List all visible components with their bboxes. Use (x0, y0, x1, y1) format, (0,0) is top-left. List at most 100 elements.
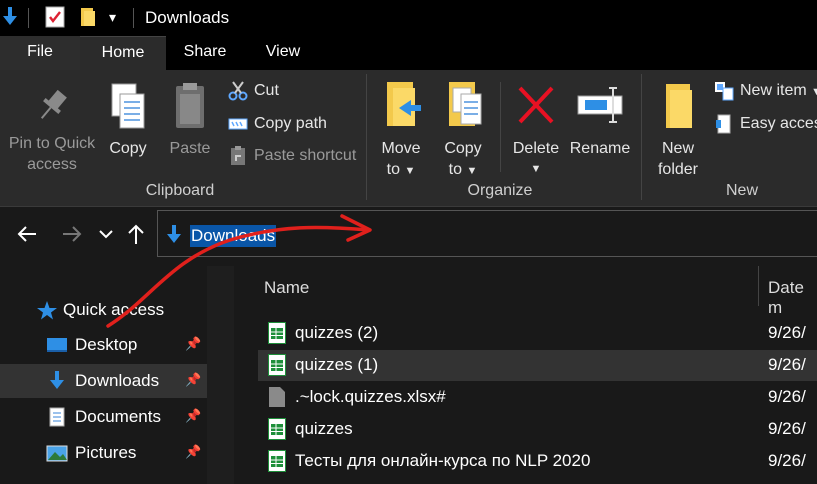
file-name: Тесты для онлайн-курса по NLP 2020 (295, 451, 591, 470)
new-folder-icon (658, 82, 698, 132)
rename-label: Rename (569, 140, 631, 157)
navigation-pane: Quick access Desktop 📌 Downloads 📌 Docum… (0, 266, 207, 484)
download-arrow-icon (2, 7, 18, 27)
file-date: 9/26/ (768, 419, 806, 438)
scissors-icon (228, 81, 248, 101)
clipboard-icon (170, 82, 210, 132)
sidebar-item-downloads[interactable]: Downloads 📌 (0, 364, 207, 398)
cut-button[interactable]: Cut (228, 79, 279, 103)
pin-icon[interactable]: 📌 (185, 336, 201, 352)
separator (28, 8, 29, 28)
pin-to-quick-access-button[interactable]: Pin to Quick access (0, 86, 104, 175)
title-bar: ▾ Downloads (0, 0, 817, 36)
paste-button[interactable]: Paste (164, 82, 216, 159)
desktop-icon (46, 335, 68, 355)
file-row[interactable]: Тесты для онлайн-курса по NLP 2020 9/26/ (258, 446, 817, 477)
new-folder-label-line2: folder (657, 161, 699, 178)
rename-icon (575, 82, 625, 132)
file-name: .~lock.quizzes.xlsx# (295, 387, 446, 406)
group-separator (366, 74, 367, 200)
copy-path-label: Copy path (254, 115, 327, 132)
delete-button[interactable]: Delete ▼ (508, 82, 564, 180)
forward-arrow-icon[interactable] (61, 223, 83, 245)
spreadsheet-icon (268, 354, 286, 376)
file-date: 9/26/ (768, 387, 806, 406)
file-row[interactable]: quizzes 9/26/ (258, 414, 817, 445)
file-name: quizzes (2) (295, 323, 379, 342)
column-separator[interactable] (758, 266, 759, 306)
copy-to-label-line2: to ▼ (448, 161, 478, 178)
file-row[interactable]: .~lock.quizzes.xlsx# 9/26/ (258, 382, 817, 413)
copy-to-icon (441, 80, 485, 132)
pin-icon[interactable]: 📌 (185, 408, 201, 424)
new-item-label: New item (740, 82, 807, 99)
separator (133, 8, 134, 28)
move-to-icon (379, 80, 423, 132)
organize-group-label: Organize (467, 182, 533, 199)
star-icon (36, 300, 58, 320)
copy-to-label-line1: Copy (444, 140, 482, 157)
delete-label: Delete (512, 140, 560, 157)
recent-locations-chevron-icon[interactable] (98, 223, 114, 245)
back-arrow-icon[interactable] (16, 223, 38, 245)
up-arrow-icon[interactable] (126, 223, 146, 245)
clipboard-group-label: Clipboard (145, 182, 215, 199)
cut-label: Cut (254, 82, 279, 99)
ribbon-tabs: File Home Share View (0, 36, 817, 71)
copy-path-button[interactable]: Copy path (228, 112, 327, 136)
sidebar-item-label: Documents (75, 407, 161, 426)
new-item-button[interactable]: New item ▼ (714, 79, 817, 103)
properties-icon[interactable] (45, 6, 65, 28)
documents-icon (46, 407, 68, 427)
copy-path-icon (228, 114, 248, 134)
chevron-down-icon: ▼ (404, 165, 416, 177)
new-folder-icon[interactable] (80, 7, 96, 27)
copy-icon (108, 82, 148, 132)
paste-label: Paste (169, 140, 211, 157)
new-group-label: New (725, 182, 758, 199)
tab-view[interactable]: View (250, 36, 316, 70)
sidebar-item-pictures[interactable]: Pictures 📌 (0, 436, 207, 470)
easy-access-label: Easy access (740, 115, 817, 132)
new-folder-label-line1: New (661, 140, 694, 157)
chevron-down-icon: ▼ (530, 163, 542, 175)
pin-icon[interactable]: 📌 (185, 444, 201, 460)
copy-to-button[interactable]: Copy to ▼ (437, 80, 489, 182)
spreadsheet-icon (268, 450, 286, 472)
file-row[interactable]: quizzes (2) 9/26/ (258, 318, 817, 349)
sidebar-item-desktop[interactable]: Desktop 📌 (0, 328, 207, 362)
chevron-down-icon[interactable]: ▾ (109, 9, 116, 26)
spreadsheet-icon (268, 418, 286, 440)
sidebar-item-quick-access[interactable]: Quick access (0, 293, 207, 327)
window-title: Downloads (145, 8, 230, 27)
generic-file-icon (268, 386, 286, 408)
chevron-down-icon: ▼ (811, 86, 817, 98)
file-row[interactable]: quizzes (1) 9/26/ (258, 350, 817, 381)
column-header-date[interactable]: Date m (768, 278, 817, 318)
sidebar-scrollbar[interactable] (207, 266, 234, 484)
navigation-bar: Downloads (0, 207, 817, 265)
new-folder-button[interactable]: New folder (650, 82, 706, 180)
group-separator (641, 74, 642, 200)
sidebar-item-label: Pictures (75, 443, 137, 462)
sidebar-item-label: Downloads (75, 371, 160, 390)
tab-home[interactable]: Home (80, 36, 166, 71)
sidebar-item-documents[interactable]: Documents 📌 (0, 400, 207, 434)
move-to-label-line2: to ▼ (386, 161, 416, 178)
file-name: quizzes (295, 419, 353, 438)
tab-file[interactable]: File (0, 36, 80, 70)
paste-shortcut-button[interactable]: Paste shortcut (228, 144, 356, 168)
copy-button[interactable]: Copy (104, 82, 152, 159)
pin-icon[interactable]: 📌 (185, 372, 201, 388)
delete-x-icon (514, 82, 558, 132)
move-to-label-line1: Move (381, 140, 421, 157)
scrollbar-thumb[interactable] (207, 266, 234, 484)
rename-button[interactable]: Rename (568, 82, 632, 159)
address-path-text[interactable]: Downloads (190, 225, 277, 247)
move-to-button[interactable]: Move to ▼ (375, 80, 427, 182)
easy-access-button[interactable]: Easy access (714, 112, 817, 136)
column-header-name[interactable]: Name (264, 278, 309, 298)
tab-share[interactable]: Share (170, 36, 240, 70)
paste-shortcut-icon (228, 145, 248, 166)
file-name: quizzes (1) (295, 355, 379, 374)
